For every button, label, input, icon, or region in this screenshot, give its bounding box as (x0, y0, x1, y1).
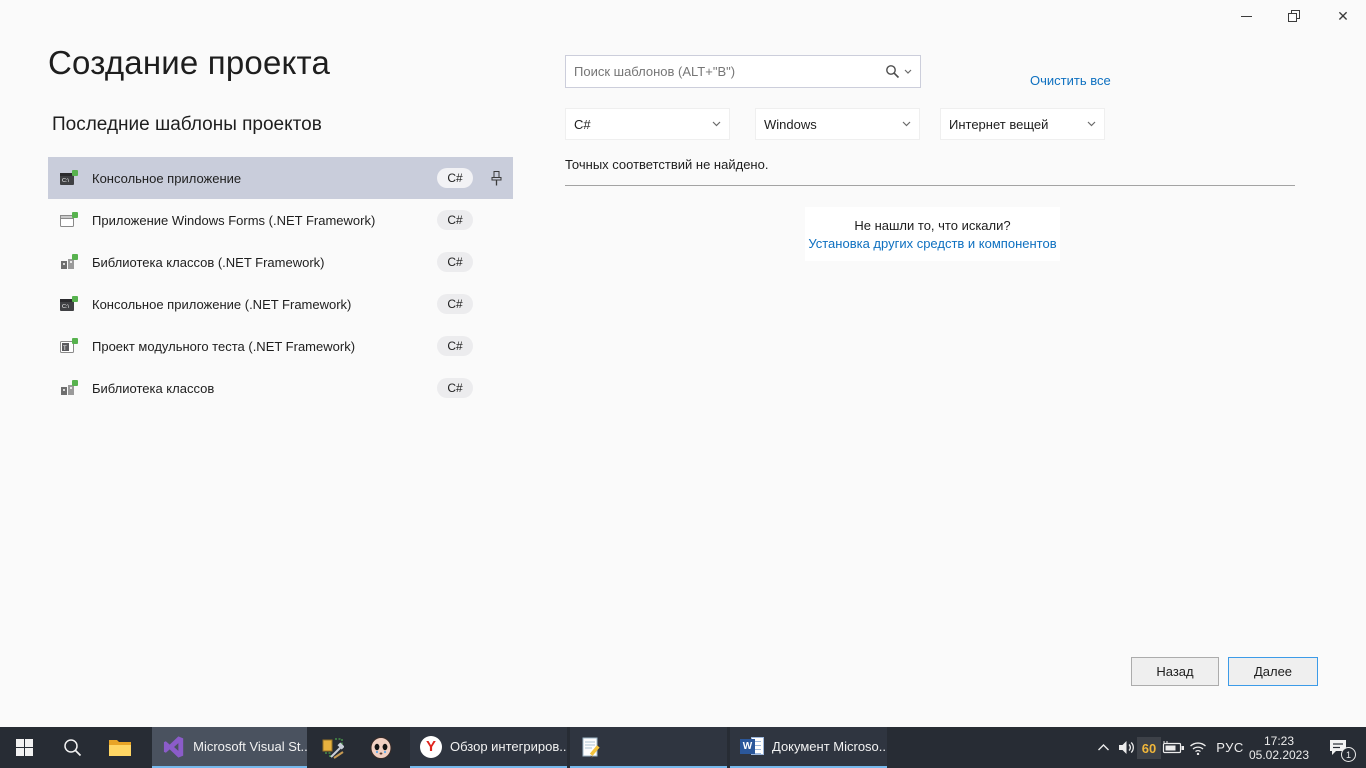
recent-templates-heading: Последние шаблоны проектов (52, 114, 322, 136)
language-badge: C# (437, 336, 473, 356)
notepad-icon (580, 736, 602, 758)
taskbar-app-visual-studio[interactable]: Microsoft Visual St... (152, 727, 307, 768)
search-input[interactable] (566, 56, 885, 87)
template-row-console-app[interactable]: C:\ Консольное приложение C# (48, 157, 513, 199)
action-center-button[interactable]: 1 (1316, 727, 1360, 768)
class-library-icon (60, 380, 78, 396)
tray-time: 17:23 (1264, 734, 1294, 748)
class-library-icon (60, 254, 78, 270)
language-filter-value: C# (574, 117, 591, 132)
taskbar-app-level-editor[interactable] (310, 727, 356, 768)
level-editor-icon (322, 737, 344, 759)
svg-text:T: T (63, 346, 67, 352)
chevron-down-icon (904, 69, 912, 74)
unit-test-icon: T (60, 338, 78, 354)
back-button[interactable]: Назад (1131, 657, 1219, 686)
chevron-up-icon (1097, 743, 1110, 752)
project-type-filter-value: Интернет вещей (949, 117, 1048, 132)
minimize-button[interactable] (1223, 0, 1269, 32)
battery-charging-icon (1162, 741, 1185, 754)
pin-icon (491, 171, 502, 186)
chevron-down-icon (1087, 121, 1096, 127)
language-badge: C# (437, 294, 473, 314)
notification-count-badge: 1 (1341, 747, 1356, 762)
template-name: Библиотека классов (92, 381, 214, 396)
page-title: Создание проекта (48, 44, 330, 82)
template-row-console-app-netfx[interactable]: C:\ Консольное приложение (.NET Framewor… (48, 283, 513, 325)
clock[interactable]: 17:23 05.02.2023 (1248, 727, 1310, 768)
keyboard-layout-indicator[interactable]: РУС (1212, 727, 1248, 768)
screen: ✕ Создание проекта Последние шаблоны про… (0, 0, 1366, 768)
close-button[interactable]: ✕ (1320, 0, 1366, 32)
restore-icon (1288, 10, 1301, 22)
tray-overflow-button[interactable] (1092, 727, 1114, 768)
search-button[interactable] (885, 64, 920, 79)
close-icon: ✕ (1337, 9, 1349, 23)
taskbar-app-label: Обзор интегриров... (450, 739, 567, 754)
template-search-box (565, 55, 921, 88)
svg-text:C:\: C:\ (62, 304, 70, 310)
no-match-message: Точных соответствий не найдено. (565, 157, 768, 172)
recent-templates-list: C:\ Консольное приложение C# Приложение … (48, 157, 513, 409)
language-filter-dropdown[interactable]: C# (565, 108, 730, 140)
file-explorer-button[interactable] (96, 727, 144, 768)
install-tools-link[interactable]: Установка других средств и компонентов (808, 236, 1056, 251)
not-found-box: Не нашли то, что искали? Установка други… (805, 207, 1060, 261)
language-badge: C# (437, 378, 473, 398)
template-row-class-library-netfx[interactable]: Библиотека классов (.NET Framework) C# (48, 241, 513, 283)
taskbar-app-label: Документ Microso... (772, 739, 887, 754)
clear-all-link[interactable]: Очистить все (1030, 73, 1111, 88)
template-row-class-library[interactable]: Библиотека классов C# (48, 367, 513, 409)
create-project-dialog: ✕ Создание проекта Последние шаблоны про… (0, 0, 1366, 727)
template-name: Консольное приложение (.NET Framework) (92, 297, 351, 312)
svg-text:C:\: C:\ (62, 178, 70, 184)
windows-logo-icon (16, 739, 33, 756)
taskbar-app-label: Microsoft Visual St... (193, 739, 307, 754)
language-badge: C# (437, 210, 473, 230)
template-row-winforms-app[interactable]: Приложение Windows Forms (.NET Framework… (48, 199, 513, 241)
isaac-face-icon (369, 736, 393, 760)
tray-date: 05.02.2023 (1249, 748, 1309, 762)
template-name: Библиотека классов (.NET Framework) (92, 255, 325, 270)
wifi-icon (1189, 741, 1207, 755)
speaker-icon (1118, 740, 1136, 755)
results-separator (565, 185, 1295, 186)
taskbar-app-isaac[interactable] (358, 727, 404, 768)
chevron-down-icon (712, 121, 721, 127)
visual-studio-icon (162, 735, 185, 759)
taskbar: Microsoft Visual St... Y (0, 727, 1366, 768)
word-icon: W (740, 736, 764, 758)
pin-button[interactable] (485, 166, 507, 190)
taskbar-app-yandex-browser[interactable]: Y Обзор интегриров... (410, 727, 567, 768)
taskbar-app-notepad[interactable] (570, 727, 727, 768)
battery-button[interactable] (1160, 727, 1186, 768)
winforms-app-icon (60, 212, 78, 228)
minimize-icon (1241, 16, 1252, 17)
taskbar-app-word[interactable]: W Документ Microso... (730, 727, 887, 768)
template-name: Приложение Windows Forms (.NET Framework… (92, 213, 375, 228)
next-button[interactable]: Далее (1228, 657, 1318, 686)
not-found-title: Не нашли то, что искали? (854, 218, 1010, 233)
search-icon (885, 64, 900, 79)
network-button[interactable] (1186, 727, 1210, 768)
console-app-icon: C:\ (60, 296, 78, 312)
search-icon (63, 738, 82, 757)
project-type-filter-dropdown[interactable]: Интернет вещей (940, 108, 1105, 140)
template-name: Консольное приложение (92, 171, 241, 186)
chevron-down-icon (902, 121, 911, 127)
console-app-icon: C:\ (60, 170, 78, 186)
template-row-unit-test-netfx[interactable]: T Проект модульного теста (.NET Framewor… (48, 325, 513, 367)
yandex-browser-icon: Y (420, 736, 442, 758)
restore-button[interactable] (1271, 0, 1317, 32)
template-name: Проект модульного теста (.NET Framework) (92, 339, 355, 354)
taskbar-search-button[interactable] (48, 727, 96, 768)
language-badge: C# (437, 168, 473, 188)
start-button[interactable] (0, 727, 48, 768)
platform-filter-dropdown[interactable]: Windows (755, 108, 920, 140)
file-explorer-icon (108, 738, 132, 757)
battery-percent-indicator[interactable]: 60 (1137, 737, 1161, 759)
language-badge: C# (437, 252, 473, 272)
platform-filter-value: Windows (764, 117, 817, 132)
